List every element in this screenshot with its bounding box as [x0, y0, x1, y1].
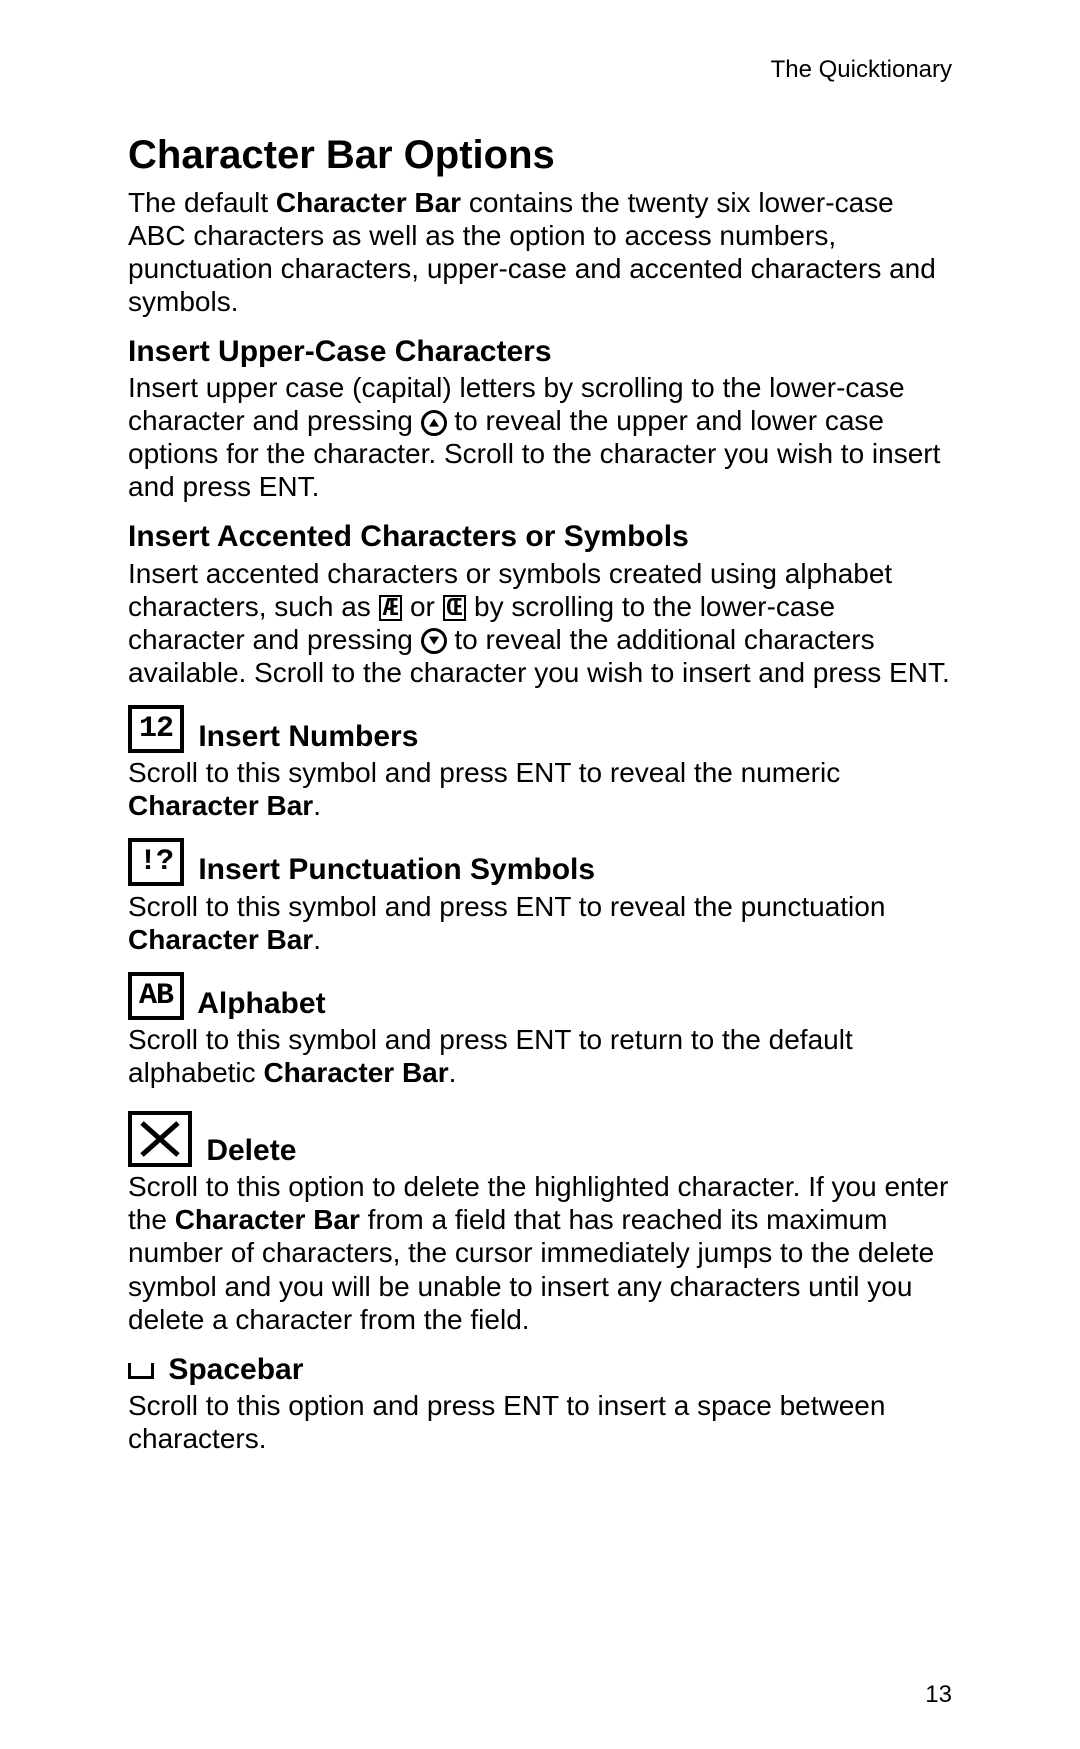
heading-delete-label: Delete [198, 1134, 296, 1167]
numbers-post: . [313, 790, 321, 821]
intro-pre: The default [128, 187, 276, 218]
alphabet-icon: AB [128, 972, 184, 1020]
heading-accented: Insert Accented Characters or Symbols [128, 519, 952, 554]
punctuation-icon: !? [128, 838, 184, 886]
heading-uppercase: Insert Upper-Case Characters [128, 334, 952, 369]
page-title: Character Bar Options [128, 132, 952, 179]
numbers-icon: 12 [128, 705, 184, 753]
accent-glyph-ae-icon: Æ [379, 595, 403, 621]
accented-paragraph: Insert accented characters or symbols cr… [128, 557, 952, 689]
up-arrow-icon [421, 410, 447, 436]
punct-pre: Scroll to this symbol and press ENT to r… [128, 891, 885, 922]
alphabet-paragraph: Scroll to this symbol and press ENT to r… [128, 1023, 952, 1089]
heading-spacebar: Spacebar [128, 1352, 952, 1387]
numbers-paragraph: Scroll to this symbol and press ENT to r… [128, 756, 952, 822]
heading-alphabet-label: Alphabet [190, 987, 326, 1020]
page-number: 13 [925, 1681, 952, 1709]
delete-bold: Character Bar [175, 1204, 360, 1235]
punct-bold: Character Bar [128, 924, 313, 955]
accent-glyph-oe-icon: Œ [443, 595, 467, 621]
heading-punctuation: !? Insert Punctuation Symbols [128, 838, 952, 887]
heading-numbers: 12 Insert Numbers [128, 705, 952, 754]
spacebar-paragraph: Scroll to this option and press ENT to i… [128, 1389, 952, 1455]
heading-delete: Delete [128, 1111, 952, 1168]
down-arrow-icon [421, 628, 447, 654]
heading-alphabet: AB Alphabet [128, 972, 952, 1021]
uppercase-paragraph: Insert upper case (capital) letters by s… [128, 371, 952, 503]
heading-spacebar-label: Spacebar [160, 1353, 303, 1386]
delete-icon [128, 1111, 192, 1167]
numbers-bold: Character Bar [128, 790, 313, 821]
delete-paragraph: Scroll to this option to delete the high… [128, 1170, 952, 1335]
heading-punctuation-label: Insert Punctuation Symbols [190, 853, 595, 886]
accented-or: or [402, 591, 442, 622]
alpha-bold: Character Bar [263, 1057, 448, 1088]
punctuation-paragraph: Scroll to this symbol and press ENT to r… [128, 890, 952, 956]
running-header: The Quicktionary [128, 56, 952, 84]
numbers-pre: Scroll to this symbol and press ENT to r… [128, 757, 840, 788]
spacebar-icon [128, 1363, 154, 1379]
intro-bold: Character Bar [276, 187, 461, 218]
alpha-post: . [449, 1057, 457, 1088]
heading-numbers-label: Insert Numbers [190, 720, 418, 753]
punct-post: . [313, 924, 321, 955]
intro-paragraph: The default Character Bar contains the t… [128, 186, 952, 318]
alpha-pre: Scroll to this symbol and press ENT to r… [128, 1024, 853, 1088]
